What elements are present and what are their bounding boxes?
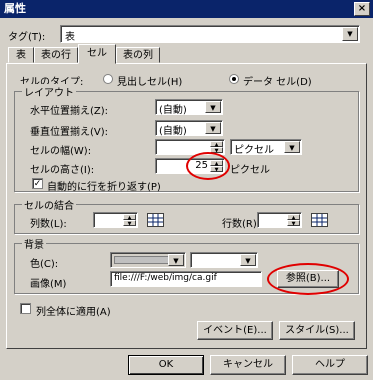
color-name-select[interactable]: ▼: [190, 252, 258, 268]
width-unit-select[interactable]: ピクセル ▼: [230, 139, 302, 156]
event-button[interactable]: イベント(E)...: [197, 321, 273, 340]
header-cell-label: 見出しセル(H): [117, 77, 183, 88]
halign-select[interactable]: (自動) ▼: [155, 99, 223, 116]
color-label: 色(C):: [30, 259, 59, 270]
height-unit: ピクセル: [230, 165, 270, 176]
apply-column-checkbox[interactable]: [20, 303, 31, 314]
rows-label: 行数(R):: [222, 219, 261, 230]
chevron-down-icon[interactable]: ▼: [168, 254, 184, 266]
halign-label: 水平位置揃え(Z):: [30, 106, 109, 117]
tab-table-column[interactable]: 表の列: [116, 47, 160, 63]
style-button[interactable]: スタイル(S)...: [279, 321, 355, 340]
valign-value: (自動): [159, 126, 187, 137]
rows-spin[interactable]: ▲ ▼: [287, 214, 300, 227]
chevron-down-icon[interactable]: ▼: [205, 101, 221, 113]
chevron-down-icon[interactable]: ▼: [205, 122, 221, 134]
tag-label: タグ(T):: [8, 32, 46, 43]
tab-table-row[interactable]: 表の行: [34, 47, 78, 63]
wrap-label: 自動的に行を折り返す(P): [47, 182, 161, 193]
chevron-down-icon[interactable]: ▼: [342, 27, 358, 41]
header-cell-radio[interactable]: [103, 74, 113, 84]
rows-stepper[interactable]: ▲ ▼: [257, 212, 302, 228]
cancel-button[interactable]: キャンセル: [210, 355, 286, 375]
highlight-ellipse: [267, 263, 349, 295]
background-legend: 背景: [22, 236, 46, 251]
window-title: 属性: [4, 2, 26, 15]
wrap-checkbox[interactable]: ✓: [32, 178, 43, 189]
cols-spin[interactable]: ▲ ▼: [123, 214, 136, 227]
color-picker[interactable]: ▼: [110, 252, 186, 268]
grid-svg-icon: [312, 214, 327, 226]
title-bar: 属性: [0, 0, 373, 18]
cols-label: 列数(L):: [30, 219, 67, 230]
ok-button[interactable]: OK: [128, 355, 204, 375]
data-cell-label: データ セル(D): [243, 77, 312, 88]
close-icon[interactable]: ×: [354, 2, 370, 16]
valign-label: 垂直位置揃え(V):: [30, 127, 109, 138]
highlight-ellipse: [186, 152, 230, 180]
halign-value: (自動): [159, 105, 187, 116]
tab-table[interactable]: 表: [8, 47, 34, 63]
merge-legend: セルの結合: [22, 197, 76, 212]
tab-cell[interactable]: セル: [78, 44, 116, 64]
width-label: セルの幅(W):: [30, 146, 92, 157]
color-swatch: [114, 256, 170, 264]
chevron-down-icon[interactable]: ▼: [240, 254, 256, 266]
data-cell-radio[interactable]: [229, 74, 239, 84]
image-label: 画像(M): [30, 279, 67, 290]
tag-value: 表: [65, 32, 75, 43]
valign-select[interactable]: (自動) ▼: [155, 120, 223, 137]
tag-select[interactable]: 表 ▼: [60, 25, 360, 43]
width-unit-value: ピクセル: [234, 145, 274, 156]
layout-legend: レイアウト: [22, 84, 76, 99]
apply-column-label: 列全体に適用(A): [36, 307, 111, 318]
grid-svg-icon: [148, 214, 163, 226]
height-label: セルの高さ(I):: [30, 165, 95, 176]
image-path-input[interactable]: file:///F:/web/img/ca.gif: [110, 271, 262, 287]
help-button[interactable]: ヘルプ: [292, 355, 368, 375]
cols-stepper[interactable]: ▲ ▼: [93, 212, 138, 228]
table-grid-icon[interactable]: [147, 213, 164, 227]
chevron-down-icon[interactable]: ▼: [284, 141, 300, 153]
table-grid-icon[interactable]: [311, 213, 328, 227]
width-spin[interactable]: ▲ ▼: [210, 141, 223, 154]
image-path-value: file:///F:/web/img/ca.gif: [114, 273, 217, 283]
